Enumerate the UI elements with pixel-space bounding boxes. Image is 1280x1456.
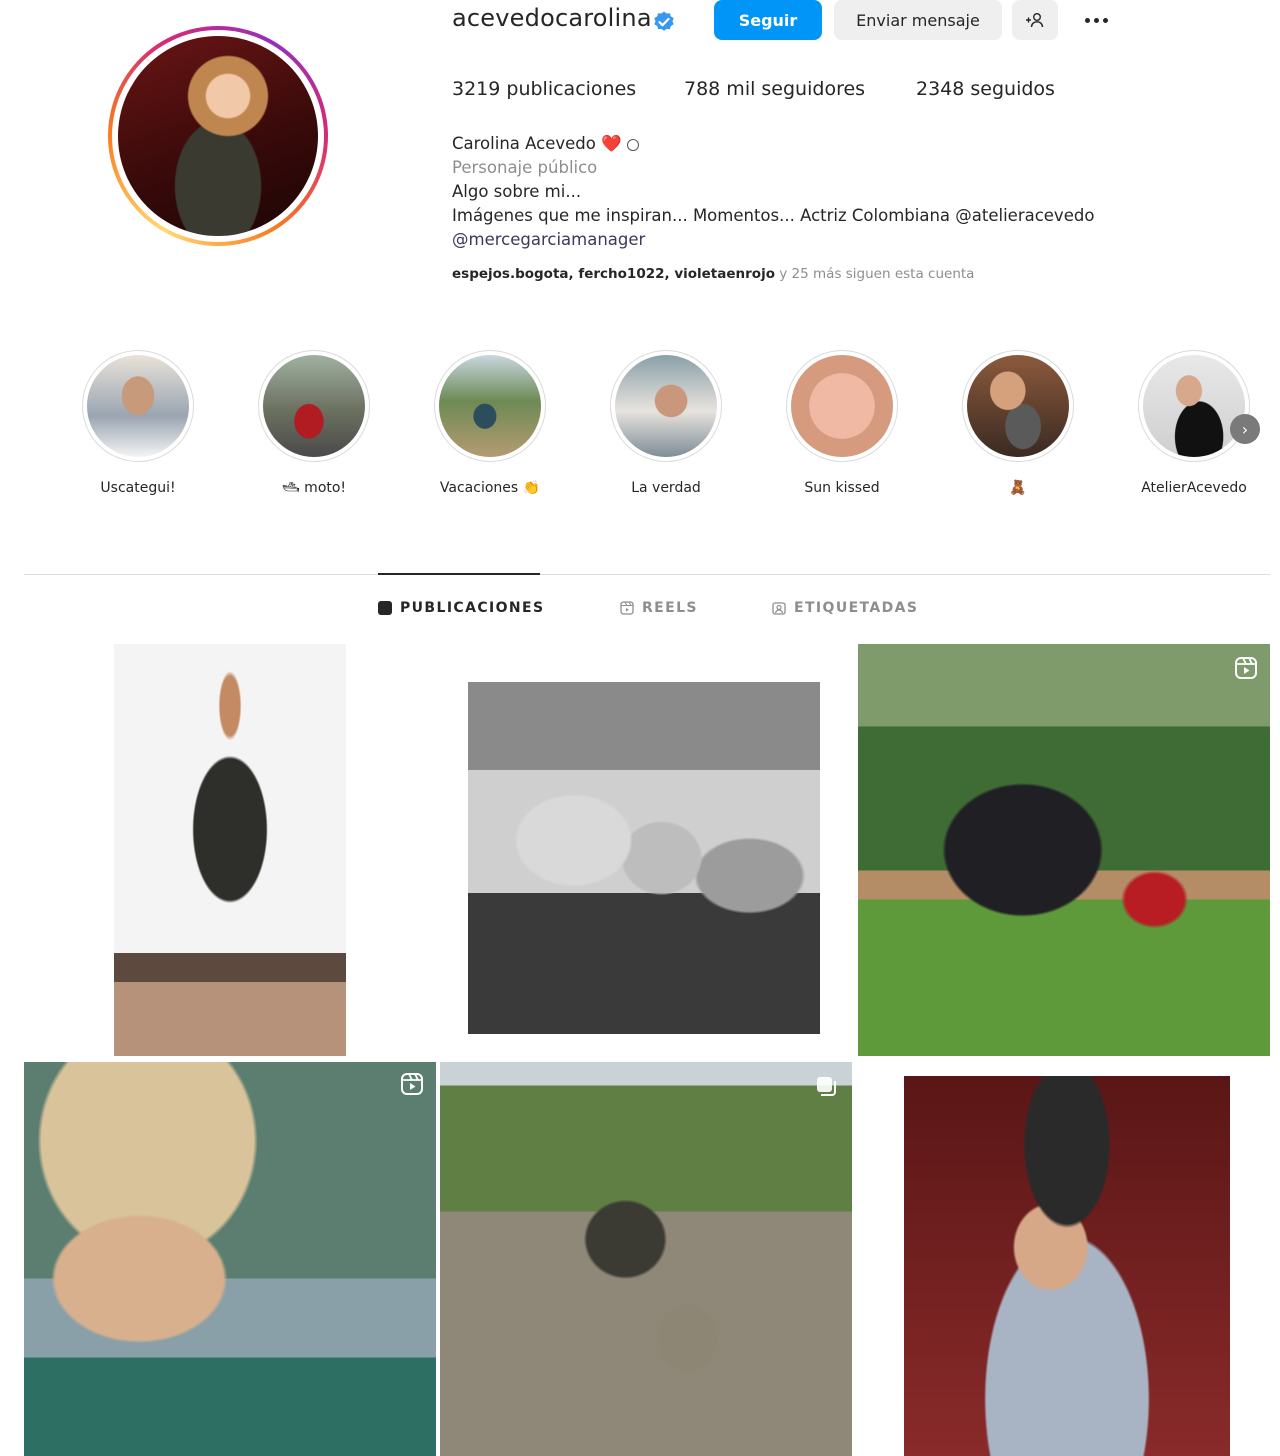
post-image bbox=[114, 644, 346, 1056]
highlight-label: AtelierAcevedo bbox=[1141, 480, 1247, 496]
highlight-label: Uscategui! bbox=[100, 480, 176, 496]
highlight-7[interactable] bbox=[1138, 350, 1250, 462]
highlight-cover bbox=[1143, 355, 1245, 457]
grid-icon bbox=[378, 601, 392, 615]
face-emoji-icon bbox=[626, 138, 639, 151]
add-person-icon bbox=[1026, 13, 1044, 28]
posts-count: 3219 publicaciones bbox=[452, 78, 637, 100]
follow-button[interactable]: Seguir bbox=[714, 0, 822, 40]
profile-avatar[interactable] bbox=[108, 26, 328, 246]
followers-count[interactable]: 788 mil seguidores bbox=[684, 78, 865, 100]
highlight-4[interactable] bbox=[610, 350, 722, 462]
reel-badge-icon bbox=[1235, 657, 1257, 679]
highlight-cover bbox=[967, 355, 1069, 457]
heart-emoji-icon: ❤️ bbox=[601, 134, 622, 153]
carousel-badge-icon bbox=[817, 1077, 836, 1096]
bio-line-1: Algo sobre mi... bbox=[452, 182, 582, 201]
reel-badge-icon bbox=[401, 1073, 423, 1095]
more-options-icon[interactable] bbox=[1078, 6, 1114, 34]
highlight-label: 🛥 moto! bbox=[281, 480, 347, 496]
tab-etiquetadas[interactable]: ETIQUETADAS bbox=[772, 600, 918, 616]
post-thumbnail[interactable] bbox=[858, 1062, 1270, 1456]
reels-icon bbox=[620, 601, 634, 615]
post-thumbnail[interactable] bbox=[24, 644, 436, 1056]
post-image bbox=[468, 682, 820, 1034]
highlight-1[interactable] bbox=[82, 350, 194, 462]
highlight-5[interactable] bbox=[786, 350, 898, 462]
chevron-right-icon[interactable]: › bbox=[1230, 414, 1260, 444]
followed-by-names[interactable]: espejos.bogota, fercho1022, violetaenroj… bbox=[452, 266, 775, 282]
highlight-cover bbox=[791, 355, 893, 457]
highlight-cover bbox=[87, 355, 189, 457]
bio-mention-link[interactable]: @mercegarciamanager bbox=[452, 228, 1094, 252]
followed-by-rest: y 25 más siguen esta cuenta bbox=[774, 266, 975, 282]
tab-label: PUBLICACIONES bbox=[400, 600, 545, 616]
highlight-2[interactable] bbox=[258, 350, 370, 462]
highlight-cover bbox=[615, 355, 717, 457]
avatar-photo bbox=[118, 36, 318, 236]
post-image bbox=[904, 1076, 1230, 1456]
post-thumbnail[interactable] bbox=[858, 644, 1270, 1056]
post-thumbnail[interactable] bbox=[440, 1062, 852, 1456]
tab-label: REELS bbox=[642, 600, 698, 616]
full-name: Carolina Acevedo bbox=[452, 134, 596, 153]
highlight-label: Vacaciones 👏 bbox=[439, 480, 541, 496]
avatar-ring-gap bbox=[112, 30, 324, 242]
highlight-label: 🧸 bbox=[1009, 480, 1027, 496]
highlight-label: La verdad bbox=[631, 480, 701, 496]
profile-username: acevedocarolina bbox=[452, 4, 652, 32]
tab-publicaciones[interactable]: PUBLICACIONES bbox=[378, 600, 545, 616]
post-thumbnail[interactable] bbox=[440, 644, 852, 1056]
verified-badge-icon bbox=[654, 11, 674, 31]
tab-reels[interactable]: REELS bbox=[620, 600, 698, 616]
highlight-cover bbox=[439, 355, 541, 457]
post-thumbnail[interactable] bbox=[24, 1062, 436, 1456]
suggest-accounts-button[interactable] bbox=[1012, 0, 1058, 40]
highlight-6[interactable] bbox=[962, 350, 1074, 462]
tagged-icon bbox=[772, 602, 786, 615]
highlight-cover bbox=[263, 355, 365, 457]
bio-line-2: Imágenes que me inspiran... Momentos... … bbox=[452, 206, 1095, 225]
tab-label: ETIQUETADAS bbox=[794, 600, 919, 616]
highlight-3[interactable] bbox=[434, 350, 546, 462]
tabs-divider bbox=[24, 574, 1270, 575]
highlight-label: Sun kissed bbox=[804, 480, 880, 496]
active-tab-indicator bbox=[378, 573, 540, 575]
profile-bio: Carolina Acevedo ❤️ Personaje público Al… bbox=[452, 132, 1094, 252]
send-message-button[interactable]: Enviar mensaje bbox=[834, 0, 1002, 40]
bio-name-row: Carolina Acevedo ❤️ bbox=[452, 132, 1094, 156]
followed-by[interactable]: espejos.bogota, fercho1022, violetaenroj… bbox=[452, 266, 974, 282]
following-count[interactable]: 2348 seguidos bbox=[916, 78, 1055, 100]
profile-category: Personaje público bbox=[452, 158, 598, 177]
